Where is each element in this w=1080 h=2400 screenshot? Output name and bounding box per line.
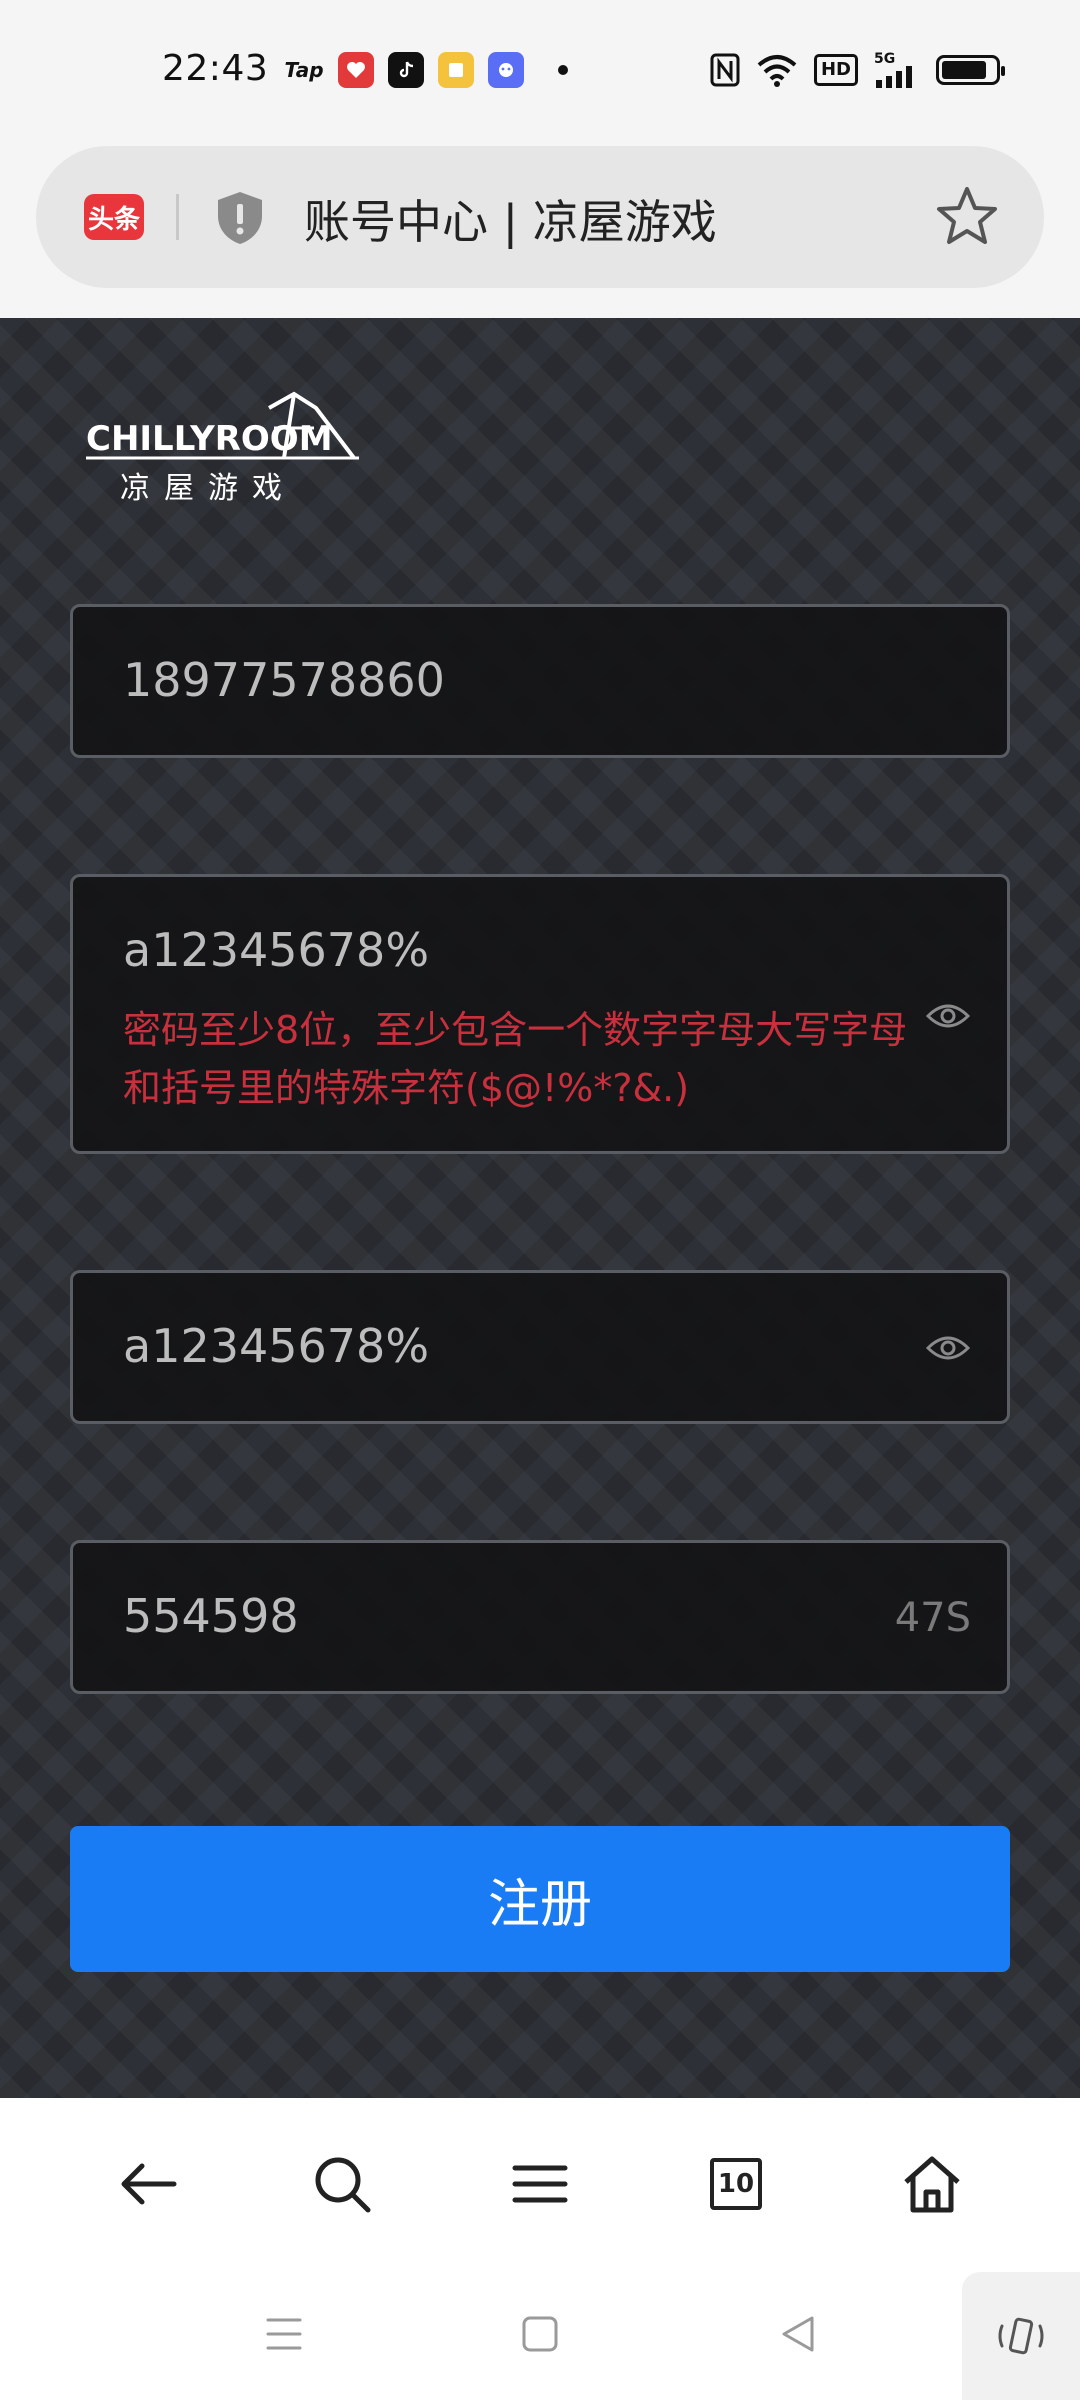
resend-countdown: 47S (894, 1595, 971, 1641)
battery-icon (936, 55, 1005, 85)
tabs-count: 10 (710, 2158, 762, 2210)
phone-field[interactable]: 18977578860 (70, 604, 1010, 758)
home-button[interactable] (900, 2152, 964, 2216)
rotate-screen-button[interactable] (962, 2272, 1080, 2400)
menu-button[interactable] (508, 2152, 572, 2216)
hd-icon: HD (813, 52, 858, 88)
main-content: CHILLYROOM 凉屋游戏 18977578860 a12345678% 密… (0, 318, 1080, 2098)
status-bar: 22:43 Tap HD 5G (0, 0, 1080, 142)
address-divider (176, 194, 179, 240)
bookmark-star-icon[interactable] (934, 184, 1000, 250)
blue-app-icon (488, 52, 524, 88)
home-nav-icon[interactable] (518, 2312, 562, 2356)
page-title[interactable]: 账号中心 | 凉屋游戏 (304, 186, 717, 252)
tiktok-icon (388, 52, 424, 88)
verification-code-field[interactable]: 554598 47S (70, 1540, 1010, 1694)
back-arrow-icon (121, 2163, 177, 2205)
chillyroom-logo: CHILLYROOM 凉屋游戏 (86, 391, 359, 506)
notification-icons: Tap (284, 52, 568, 88)
signal-icon: 5G (874, 52, 920, 88)
status-time: 22:43 (162, 48, 269, 89)
browser-toolbar: 10 (0, 2098, 1080, 2272)
more-notifications-dot (558, 65, 568, 75)
shield-icon[interactable] (214, 190, 266, 246)
search-button[interactable] (310, 2152, 374, 2216)
confirm-password-input-value[interactable]: a12345678% (123, 1319, 429, 1373)
system-nav-bar (0, 2272, 1080, 2400)
rotate-icon (998, 2317, 1044, 2355)
password-field[interactable]: a12345678% 密码至少8位，至少包含一个数字字母大写字母和括号里的特殊字… (70, 874, 1010, 1154)
hamburger-menu-icon (512, 2165, 568, 2203)
tabs-button[interactable]: 10 (704, 2152, 768, 2216)
battery-level (942, 61, 987, 79)
system-status-icons: HD 5G (710, 52, 1005, 88)
yellow-app-icon (438, 52, 474, 88)
verification-code-input-value[interactable]: 554598 (123, 1589, 299, 1643)
hd-label: HD (813, 54, 858, 86)
eye-icon[interactable] (925, 1331, 971, 1365)
back-nav-icon[interactable] (776, 2312, 820, 2356)
logo-brand-en: CHILLYROOM (86, 419, 333, 459)
home-icon (904, 2156, 960, 2213)
password-input-value[interactable]: a12345678% (123, 923, 429, 977)
nfc-icon (710, 52, 740, 88)
wifi-icon (756, 52, 798, 88)
confirm-password-field[interactable]: a12345678% (70, 1270, 1010, 1424)
address-bar[interactable]: 头条 账号中心 | 凉屋游戏 (36, 146, 1044, 288)
tap-icon: Tap (284, 58, 324, 82)
recent-apps-icon[interactable] (262, 2312, 306, 2356)
network-label: 5G (874, 51, 896, 67)
search-icon (315, 2157, 371, 2213)
register-button[interactable]: 注册 (70, 1826, 1010, 1972)
phone-input-value[interactable]: 18977578860 (123, 653, 445, 707)
password-error-message: 密码至少8位，至少包含一个数字字母大写字母和括号里的特殊字符($@!%*?&.) (123, 1008, 908, 1110)
back-button[interactable] (116, 2152, 180, 2216)
eye-icon[interactable] (925, 999, 971, 1033)
site-badge[interactable]: 头条 (84, 194, 144, 240)
logo-brand-cn: 凉屋游戏 (120, 471, 296, 506)
red-app-icon (338, 52, 374, 88)
